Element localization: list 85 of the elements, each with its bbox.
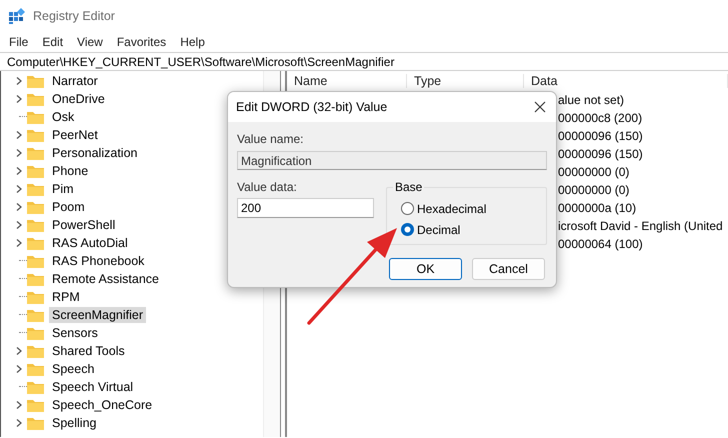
radio-icon[interactable] (401, 202, 414, 215)
folder-icon (27, 110, 44, 124)
tree-item[interactable]: Phone (49, 163, 92, 179)
table-cell: 000000c8 (200) (558, 111, 642, 125)
table-cell: 00000000 (0) (558, 183, 630, 197)
dialog-button[interactable]: OK (389, 258, 462, 280)
tree-item[interactable]: Narrator (49, 73, 101, 89)
chevron-icon[interactable] (15, 221, 23, 229)
folder-icon (27, 308, 44, 322)
folder-icon (27, 416, 44, 430)
column-header[interactable]: Name (287, 74, 407, 88)
folder-icon (27, 92, 44, 106)
folder-icon (27, 344, 44, 358)
tree-item[interactable]: PowerShell (49, 217, 118, 233)
tree-item[interactable]: Osk (49, 109, 78, 125)
menu-item[interactable]: Edit (36, 34, 70, 50)
radio-option[interactable]: Hexadecimal (401, 198, 546, 219)
menu-item[interactable]: Help (174, 34, 211, 50)
dialog-title: Edit DWORD (32-bit) Value (236, 100, 388, 114)
chevron-icon[interactable] (15, 239, 23, 247)
tree-item[interactable]: PeerNet (49, 127, 101, 143)
chevron-icon[interactable] (15, 419, 23, 427)
folder-icon (27, 254, 44, 268)
chevron-icon[interactable] (15, 131, 23, 139)
chevron-icon[interactable] (15, 365, 23, 373)
field-label: Value data: (237, 180, 298, 194)
field-label: Value name: (237, 132, 304, 146)
chevron-icon[interactable] (15, 95, 23, 103)
folder-icon (27, 272, 44, 286)
close-icon[interactable] (533, 100, 547, 114)
chevron-icon[interactable] (15, 149, 23, 157)
tree-item[interactable]: Pim (49, 181, 77, 197)
folder-icon (27, 218, 44, 232)
chevron-icon[interactable] (15, 203, 23, 211)
tree-item[interactable]: Poom (49, 199, 88, 215)
folder-icon (27, 290, 44, 304)
chevron-icon[interactable] (15, 401, 23, 409)
table-cell: 00000064 (100) (558, 237, 643, 251)
table-cell: 00000096 (150) (558, 147, 643, 161)
column-header[interactable]: Type (407, 74, 524, 88)
folder-icon (27, 146, 44, 160)
window-title: Registry Editor (33, 9, 115, 23)
table-cell: 00000096 (150) (558, 129, 643, 143)
value-data-field[interactable]: 200 (237, 198, 374, 218)
tree-item[interactable]: Speech Virtual (49, 379, 136, 395)
chevron-icon[interactable] (15, 185, 23, 193)
folder-icon (27, 164, 44, 178)
folder-icon (27, 182, 44, 196)
tree-item[interactable]: RAS AutoDial (49, 235, 131, 251)
folder-icon (27, 362, 44, 376)
tree-item[interactable]: ScreenMagnifier (49, 307, 146, 323)
radio-icon[interactable] (401, 223, 414, 236)
folder-icon (27, 128, 44, 142)
folder-icon (27, 398, 44, 412)
tree-item[interactable]: RAS Phonebook (49, 253, 148, 269)
registry-app-icon (9, 8, 25, 24)
folder-icon (27, 380, 44, 394)
table-cell: alue not set) (558, 93, 624, 107)
folder-icon (27, 236, 44, 250)
tree-item[interactable]: OneDrive (49, 91, 108, 107)
chevron-icon[interactable] (15, 77, 23, 85)
folder-icon (27, 74, 44, 88)
chevron-icon[interactable] (15, 167, 23, 175)
folder-icon (27, 326, 44, 340)
tree-item[interactable]: Sensors (49, 325, 101, 341)
tree-item[interactable]: Personalization (49, 145, 140, 161)
dialog-button[interactable]: Cancel (472, 258, 545, 280)
radio-option[interactable]: Decimal (401, 219, 546, 240)
menu-item[interactable]: Favorites (110, 34, 172, 50)
menu-item[interactable]: File (3, 34, 34, 50)
group-label: Base (393, 180, 424, 194)
address-bar[interactable]: Computer\HKEY_CURRENT_USER\Software\Microsoft\ScreenMagnifier (0, 52, 728, 71)
tree-item[interactable]: Speech (49, 361, 98, 377)
table-cell: 0000000a (10) (558, 201, 636, 215)
tree-item[interactable]: Speech_OneCore (49, 397, 156, 413)
folder-icon (27, 200, 44, 214)
tree-item[interactable]: Spelling (49, 415, 100, 431)
tree-item[interactable]: Shared Tools (49, 343, 128, 359)
table-cell: 00000000 (0) (558, 165, 630, 179)
tree-item[interactable]: RPM (49, 289, 83, 305)
menu-item[interactable]: View (71, 34, 109, 50)
column-header[interactable]: Data (524, 74, 728, 88)
chevron-icon[interactable] (15, 347, 23, 355)
table-cell: icrosoft David - English (United (558, 219, 723, 233)
tree-item[interactable]: Remote Assistance (49, 271, 162, 287)
